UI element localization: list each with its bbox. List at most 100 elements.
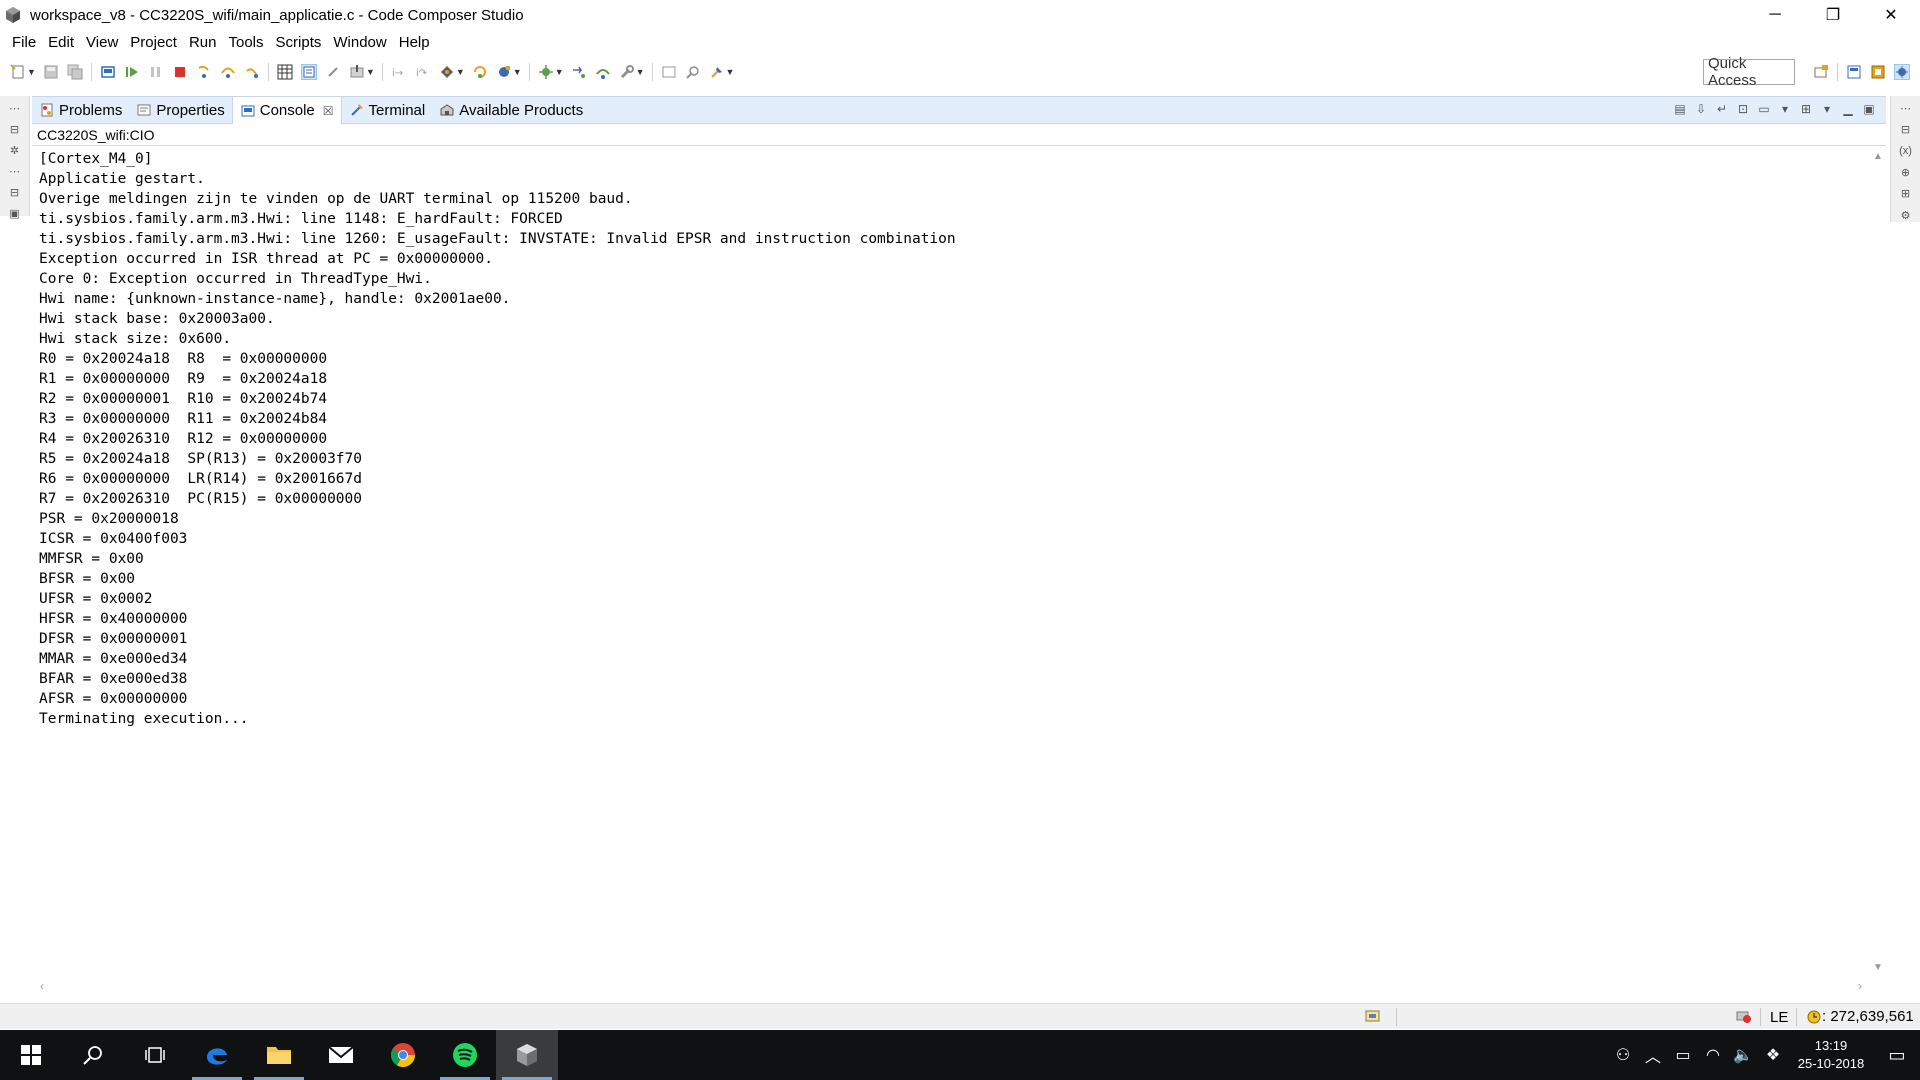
menu-tools[interactable]: Tools <box>223 34 270 51</box>
console-output[interactable]: [Cortex_M4_0] Applicatie gestart. Overig… <box>32 147 1870 980</box>
menu-help[interactable]: Help <box>393 34 436 51</box>
battery-icon[interactable]: ▭ <box>1668 1045 1698 1065</box>
progress-icon[interactable] <box>1364 1008 1382 1027</box>
debug-view-icon[interactable] <box>100 64 116 80</box>
dropbox-icon[interactable]: ❖ <box>1758 1045 1788 1065</box>
scroll-down-icon[interactable]: ▼ <box>1870 962 1886 978</box>
registers-icon[interactable]: ⊞ <box>1899 187 1913 200</box>
heap-status[interactable]: : 272,639,561 <box>1806 1008 1914 1025</box>
pin-dropdown-icon[interactable]: ▼ <box>726 67 735 77</box>
chrome-taskbar-button[interactable] <box>372 1030 434 1080</box>
ccs-debug-perspective-icon[interactable] <box>1894 64 1910 80</box>
wifi-icon[interactable]: ◠ <box>1698 1045 1728 1065</box>
spotify-taskbar-button[interactable] <box>434 1030 496 1080</box>
expressions-icon[interactable]: (x) <box>1899 145 1913 158</box>
modules-icon[interactable]: ⚙ <box>1899 209 1913 222</box>
file-explorer-taskbar-button[interactable] <box>248 1030 310 1080</box>
link-icon[interactable] <box>325 64 341 80</box>
step-forward-icon[interactable] <box>595 64 611 80</box>
open-console-dropdown-icon[interactable]: ▾ <box>1820 102 1834 116</box>
menu-file[interactable]: File <box>6 34 42 51</box>
menu-run[interactable]: Run <box>183 34 223 51</box>
menu-window[interactable]: Window <box>327 34 392 51</box>
resume-icon[interactable] <box>124 64 140 80</box>
terminate-icon[interactable] <box>172 64 188 80</box>
volume-muted-icon[interactable]: 🔈 <box>1728 1045 1758 1065</box>
tab-terminal[interactable]: Terminal <box>342 97 433 124</box>
maximize-view-icon[interactable]: ▣ <box>1862 102 1876 116</box>
connect-dropdown-icon[interactable]: ▼ <box>456 67 465 77</box>
notification-center-icon[interactable]: ▭ <box>1874 1045 1920 1066</box>
connect-target-icon[interactable] <box>439 64 455 80</box>
start-button[interactable] <box>0 1030 62 1080</box>
bug-icon[interactable]: ✲ <box>8 144 22 157</box>
external-tools-icon[interactable] <box>496 64 512 80</box>
save-all-icon[interactable] <box>67 64 83 80</box>
breakpoints-icon[interactable]: ⊕ <box>1899 166 1913 179</box>
display-console-icon[interactable]: ▭ <box>1757 102 1771 116</box>
debug-perspective-icon[interactable] <box>300 64 317 80</box>
scroll-left-icon[interactable]: ‹ <box>40 979 44 993</box>
wrench-dropdown-icon[interactable]: ▼ <box>636 67 645 77</box>
quick-access-field[interactable]: Quick Access <box>1703 55 1795 89</box>
build-icon[interactable] <box>538 64 554 80</box>
close-button[interactable]: ✕ <box>1862 0 1920 30</box>
display-dropdown-icon[interactable]: ▾ <box>1778 102 1792 116</box>
build-dropdown-icon[interactable]: ▼ <box>555 67 564 77</box>
assembly-step-over-icon[interactable]: i↷ <box>415 64 431 80</box>
search-button[interactable] <box>62 1030 124 1080</box>
window-layout-icon[interactable] <box>661 64 677 80</box>
variables-icon[interactable]: ⊟ <box>1899 123 1913 136</box>
open-console-icon[interactable]: ⊞ <box>1799 102 1813 116</box>
new-dropdown-icon[interactable]: ▼ <box>27 67 36 77</box>
scroll-up-icon[interactable]: ▲ <box>1870 151 1886 167</box>
project-explorer-icon[interactable]: ⊟ <box>8 186 22 199</box>
menu-project[interactable]: Project <box>124 34 183 51</box>
maximize-button[interactable]: ❐ <box>1804 0 1862 30</box>
suspend-icon[interactable] <box>148 64 164 80</box>
load-program-icon[interactable] <box>349 64 365 80</box>
step-over-icon[interactable] <box>220 64 236 80</box>
load-dropdown-icon[interactable]: ▼ <box>366 67 375 77</box>
assembly-step-into-icon[interactable]: i→ <box>391 64 407 80</box>
menu-edit[interactable]: Edit <box>42 34 80 51</box>
ccs-edit-perspective-icon[interactable] <box>1846 64 1862 80</box>
show-hidden-icons-icon[interactable]: ︿ <box>1638 1043 1668 1067</box>
open-perspective-icon[interactable] <box>1813 64 1829 80</box>
restore-icon[interactable]: ⋯ <box>8 102 22 115</box>
refresh-icon[interactable] <box>472 64 488 80</box>
task-view-button[interactable] <box>124 1030 186 1080</box>
people-icon[interactable]: ⚇ <box>1608 1045 1638 1065</box>
word-wrap-icon[interactable]: ↵ <box>1715 102 1729 116</box>
step-back-icon[interactable] <box>571 64 587 80</box>
search-icon[interactable] <box>685 64 701 80</box>
restore-icon[interactable]: ⋯ <box>1899 102 1913 115</box>
scroll-lock-icon[interactable]: ⇩ <box>1694 102 1708 116</box>
minimize-view-icon[interactable]: ▁ <box>1841 102 1855 116</box>
external-tools-dropdown-icon[interactable]: ▼ <box>513 67 522 77</box>
pin-icon[interactable] <box>709 64 725 80</box>
vertical-scrollbar[interactable]: ▲ ▼ <box>1870 147 1886 980</box>
close-icon[interactable]: ☒ <box>323 104 334 118</box>
step-return-icon[interactable] <box>244 64 260 80</box>
ccs-simple-perspective-icon[interactable] <box>1870 64 1886 80</box>
step-into-icon[interactable] <box>196 64 212 80</box>
code-composer-taskbar-button[interactable] <box>496 1030 558 1080</box>
mail-taskbar-button[interactable] <box>310 1030 372 1080</box>
minimize-button[interactable]: ─ <box>1746 0 1804 30</box>
tab-properties[interactable]: Properties <box>129 97 231 124</box>
restore-icon[interactable]: ⋯ <box>8 165 22 178</box>
memory-browser-icon[interactable] <box>277 64 293 80</box>
horizontal-scrollbar[interactable]: ‹ › <box>32 979 1870 995</box>
taskbar-clock[interactable]: 13:19 25-10-2018 <box>1788 1037 1874 1073</box>
menu-view[interactable]: View <box>80 34 124 51</box>
pin-console-icon[interactable]: ⊡ <box>1736 102 1750 116</box>
tab-problems[interactable]: Problems <box>32 97 129 124</box>
wrench-icon[interactable] <box>619 64 635 80</box>
new-icon[interactable] <box>10 64 26 80</box>
edge-taskbar-button[interactable] <box>186 1030 248 1080</box>
scroll-right-icon[interactable]: › <box>1858 979 1862 993</box>
outline-icon[interactable]: ▣ <box>8 207 22 220</box>
tab-console[interactable]: Console ☒ <box>231 96 342 125</box>
clear-console-icon[interactable]: ▤ <box>1673 102 1687 116</box>
